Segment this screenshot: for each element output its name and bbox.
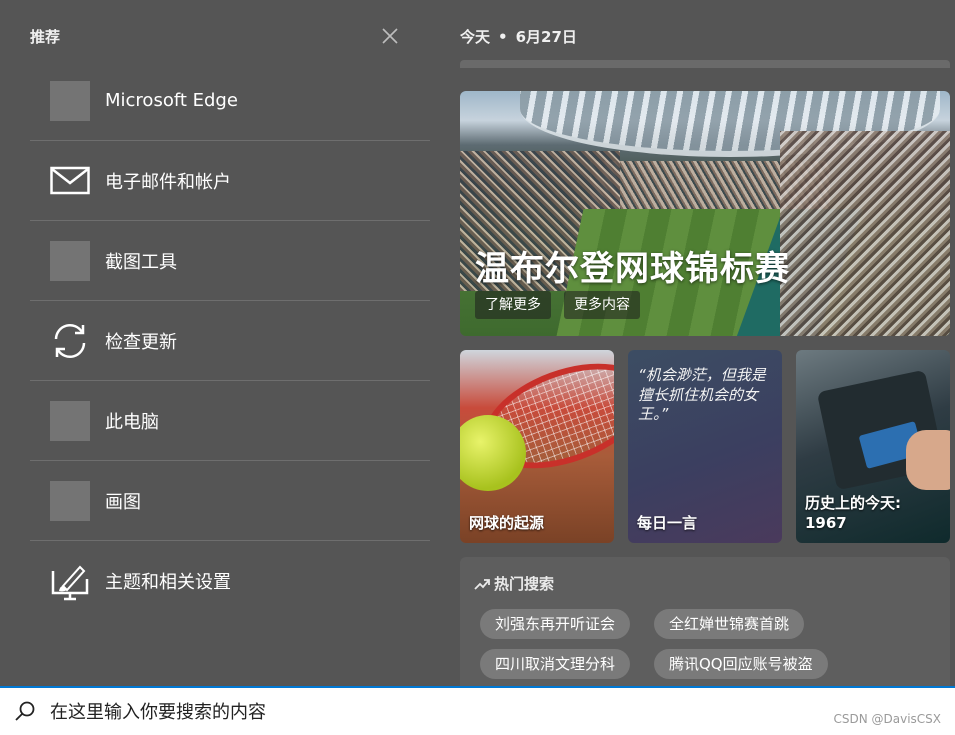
app-placeholder-icon: [50, 480, 90, 521]
recommended-item-paint[interactable]: 画图: [30, 461, 430, 541]
trending-title: 热门搜索: [474, 573, 554, 594]
app-placeholder-icon: [50, 400, 90, 441]
close-button[interactable]: [378, 24, 402, 48]
tile-tennis-origin[interactable]: 网球的起源: [460, 350, 614, 543]
separator-dot: •: [498, 28, 508, 46]
app-placeholder-icon: [50, 240, 90, 281]
sync-icon: [50, 321, 90, 361]
tile-label: 历史上的今天: 1967: [805, 494, 901, 533]
trending-up-icon: [474, 578, 490, 590]
trending-title-text: 热门搜索: [494, 575, 555, 593]
item-label: 主题和相关设置: [105, 571, 231, 593]
trending-chip[interactable]: 四川取消文理分科: [480, 649, 631, 679]
top-card-edge: [460, 60, 950, 68]
app-placeholder-icon: [50, 80, 90, 121]
item-label: 电子邮件和帐户: [105, 171, 231, 193]
paint-brush-icon: [50, 561, 90, 601]
recommended-item-snipping-tool[interactable]: 截图工具: [30, 221, 430, 301]
tile-this-day-in-history[interactable]: 历史上的今天: 1967: [796, 350, 950, 543]
today-header: 今天 • 6月27日: [460, 26, 577, 47]
learn-more-button[interactable]: 了解更多: [475, 291, 551, 319]
taskbar-search-box[interactable]: CSDN @DavisCSX: [0, 686, 955, 735]
tile-daily-quote[interactable]: “机会渺茫，但我是擅长抓住机会的女王。” 每日一言: [628, 350, 782, 543]
crowd-image: [780, 131, 950, 336]
item-label: 画图: [105, 491, 141, 513]
item-label: 此电脑: [105, 411, 159, 433]
recommended-item-theme-settings[interactable]: 主题和相关设置: [30, 541, 430, 620]
recommended-title: 推荐: [30, 28, 61, 46]
trending-searches-card: 热门搜索 刘强东再开听证会 全红婵世锦赛首跳 四川取消文理分科 腾讯QQ回应账号…: [460, 557, 950, 686]
item-label: Microsoft Edge: [105, 90, 238, 111]
item-label: 截图工具: [105, 251, 177, 273]
recommended-panel: 推荐 Microsoft Edge 电子邮件和帐户 截图工具 检查更新 此电脑 …: [0, 0, 445, 686]
tile-label-main: 历史上的今天:: [805, 494, 901, 512]
tile-label: 网球的起源: [469, 513, 545, 532]
tile-label: 每日一言: [637, 513, 698, 532]
recommended-item-edge[interactable]: Microsoft Edge: [30, 61, 430, 141]
item-label: 检查更新: [105, 331, 177, 353]
hand-image: [906, 430, 950, 490]
recommended-list: Microsoft Edge 电子邮件和帐户 截图工具 检查更新 此电脑 画图 …: [30, 61, 430, 620]
watermark-text: CSDN @DavisCSX: [833, 712, 941, 726]
hero-card-wimbledon[interactable]: 温布尔登网球锦标赛 了解更多 更多内容: [460, 91, 950, 336]
quote-text: “机会渺茫，但我是擅长抓住机会的女王。”: [638, 366, 766, 423]
trending-chip[interactable]: 腾讯QQ回应账号被盗: [654, 649, 828, 679]
today-date: 6月27日: [515, 28, 577, 46]
search-icon: [15, 701, 35, 721]
mail-icon: [50, 161, 90, 201]
recommended-item-check-updates[interactable]: 检查更新: [30, 301, 430, 381]
today-label: 今天: [460, 28, 491, 46]
recommended-item-this-pc[interactable]: 此电脑: [30, 381, 430, 461]
recommended-item-mail-accounts[interactable]: 电子邮件和帐户: [30, 141, 430, 221]
close-icon[interactable]: [378, 24, 402, 48]
hero-title: 温布尔登网球锦标赛: [475, 249, 790, 289]
trending-chip[interactable]: 全红婵世锦赛首跳: [654, 609, 805, 639]
tile-label-year: 1967: [805, 513, 847, 532]
more-content-button[interactable]: 更多内容: [564, 291, 640, 319]
search-input[interactable]: [48, 696, 812, 728]
trending-chip[interactable]: 刘强东再开听证会: [480, 609, 631, 639]
